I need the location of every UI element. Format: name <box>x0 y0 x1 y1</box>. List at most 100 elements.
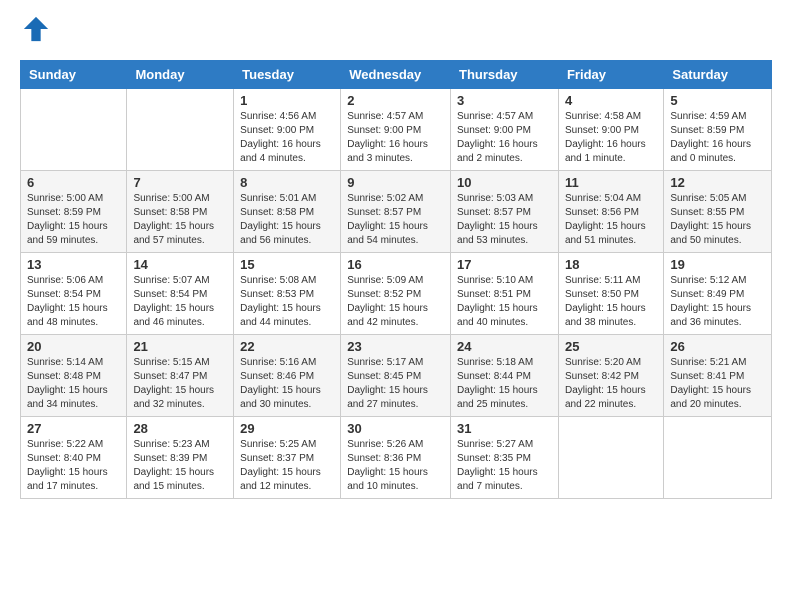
calendar-cell: 2 Sunrise: 4:57 AM Sunset: 9:00 PM Daylig… <box>341 89 451 171</box>
calendar-cell: 18 Sunrise: 5:11 AM Sunset: 8:50 PM Dayli… <box>558 253 663 335</box>
calendar-header-saturday: Saturday <box>664 61 772 89</box>
calendar-header-tuesday: Tuesday <box>234 61 341 89</box>
calendar-cell: 14Sunrise: 5:07 AM Sunset: 8:54 PM Dayli… <box>127 253 234 335</box>
day-number: 11 <box>565 175 657 190</box>
calendar-cell: 4 Sunrise: 4:58 AM Sunset: 9:00 PM Daylig… <box>558 89 663 171</box>
day-number: 31 <box>457 421 552 436</box>
page: SundayMondayTuesdayWednesdayThursdayFrid… <box>0 0 792 514</box>
day-info: Sunrise: 5:17 AM Sunset: 8:45 PM Dayligh… <box>347 356 444 412</box>
day-number: 12 <box>670 175 765 190</box>
calendar-week-row: 13 Sunrise: 5:06 AM Sunset: 8:54 PM Dayli… <box>21 253 772 335</box>
day-info: Sunrise: 5:02 AM Sunset: 8:57 PM Dayligh… <box>347 192 444 248</box>
day-number: 16 <box>347 257 444 272</box>
calendar-cell: 12 Sunrise: 5:05 AM Sunset: 8:55 PM Dayli… <box>664 171 772 253</box>
day-info: Sunrise: 5:16 AM Sunset: 8:46 PM Dayligh… <box>240 356 334 412</box>
calendar-cell: 6 Sunrise: 5:00 AM Sunset: 8:59 PM Daylig… <box>21 171 127 253</box>
day-number: 3 <box>457 93 552 108</box>
calendar-cell: 24 Sunrise: 5:18 AM Sunset: 8:44 PM Dayli… <box>451 335 559 417</box>
day-number: 1 <box>240 93 334 108</box>
day-number: 8 <box>240 175 334 190</box>
day-number: 15 <box>240 257 334 272</box>
calendar-cell <box>558 417 663 499</box>
calendar-cell: 3 Sunrise: 4:57 AM Sunset: 9:00 PM Daylig… <box>451 89 559 171</box>
day-info: Sunrise: 5:27 AM Sunset: 8:35 PM Dayligh… <box>457 438 552 494</box>
calendar-cell: 28Sunrise: 5:23 AM Sunset: 8:39 PM Dayli… <box>127 417 234 499</box>
day-info: Sunrise: 5:23 AM Sunset: 8:39 PM Dayligh… <box>133 438 227 494</box>
day-info: Sunrise: 5:15 AM Sunset: 8:47 PM Dayligh… <box>133 356 227 412</box>
calendar-cell: 10Sunrise: 5:03 AM Sunset: 8:57 PM Dayli… <box>451 171 559 253</box>
day-info: Sunrise: 5:25 AM Sunset: 8:37 PM Dayligh… <box>240 438 334 494</box>
calendar-week-row: 6 Sunrise: 5:00 AM Sunset: 8:59 PM Daylig… <box>21 171 772 253</box>
day-number: 7 <box>133 175 227 190</box>
day-number: 26 <box>670 339 765 354</box>
calendar-header-friday: Friday <box>558 61 663 89</box>
day-info: Sunrise: 4:56 AM Sunset: 9:00 PM Dayligh… <box>240 110 334 166</box>
calendar-cell <box>21 89 127 171</box>
calendar-header-monday: Monday <box>127 61 234 89</box>
logo <box>20 15 50 48</box>
day-number: 5 <box>670 93 765 108</box>
calendar: SundayMondayTuesdayWednesdayThursdayFrid… <box>20 60 772 499</box>
day-info: Sunrise: 5:06 AM Sunset: 8:54 PM Dayligh… <box>27 274 120 330</box>
calendar-header-row: SundayMondayTuesdayWednesdayThursdayFrid… <box>21 61 772 89</box>
calendar-cell: 20Sunrise: 5:14 AM Sunset: 8:48 PM Dayli… <box>21 335 127 417</box>
day-number: 24 <box>457 339 552 354</box>
calendar-header-sunday: Sunday <box>21 61 127 89</box>
calendar-cell: 15 Sunrise: 5:08 AM Sunset: 8:53 PM Dayli… <box>234 253 341 335</box>
calendar-cell: 31 Sunrise: 5:27 AM Sunset: 8:35 PM Dayli… <box>451 417 559 499</box>
day-number: 27 <box>27 421 120 436</box>
day-info: Sunrise: 4:58 AM Sunset: 9:00 PM Dayligh… <box>565 110 657 166</box>
day-number: 18 <box>565 257 657 272</box>
day-number: 30 <box>347 421 444 436</box>
day-number: 2 <box>347 93 444 108</box>
day-info: Sunrise: 5:18 AM Sunset: 8:44 PM Dayligh… <box>457 356 552 412</box>
calendar-cell: 8 Sunrise: 5:01 AM Sunset: 8:58 PM Daylig… <box>234 171 341 253</box>
calendar-cell: 30Sunrise: 5:26 AM Sunset: 8:36 PM Dayli… <box>341 417 451 499</box>
day-info: Sunrise: 5:08 AM Sunset: 8:53 PM Dayligh… <box>240 274 334 330</box>
day-info: Sunrise: 5:00 AM Sunset: 8:59 PM Dayligh… <box>27 192 120 248</box>
day-info: Sunrise: 4:57 AM Sunset: 9:00 PM Dayligh… <box>457 110 552 166</box>
day-number: 21 <box>133 339 227 354</box>
calendar-cell: 17 Sunrise: 5:10 AM Sunset: 8:51 PM Dayli… <box>451 253 559 335</box>
day-info: Sunrise: 5:11 AM Sunset: 8:50 PM Dayligh… <box>565 274 657 330</box>
day-info: Sunrise: 5:00 AM Sunset: 8:58 PM Dayligh… <box>133 192 227 248</box>
day-number: 4 <box>565 93 657 108</box>
calendar-cell: 22 Sunrise: 5:16 AM Sunset: 8:46 PM Dayli… <box>234 335 341 417</box>
calendar-cell <box>127 89 234 171</box>
calendar-cell: 25Sunrise: 5:20 AM Sunset: 8:42 PM Dayli… <box>558 335 663 417</box>
day-info: Sunrise: 5:01 AM Sunset: 8:58 PM Dayligh… <box>240 192 334 248</box>
day-info: Sunrise: 5:22 AM Sunset: 8:40 PM Dayligh… <box>27 438 120 494</box>
day-number: 19 <box>670 257 765 272</box>
calendar-week-row: 27 Sunrise: 5:22 AM Sunset: 8:40 PM Dayli… <box>21 417 772 499</box>
calendar-cell: 29 Sunrise: 5:25 AM Sunset: 8:37 PM Dayli… <box>234 417 341 499</box>
calendar-week-row: 1 Sunrise: 4:56 AM Sunset: 9:00 PM Daylig… <box>21 89 772 171</box>
day-info: Sunrise: 5:04 AM Sunset: 8:56 PM Dayligh… <box>565 192 657 248</box>
day-info: Sunrise: 4:57 AM Sunset: 9:00 PM Dayligh… <box>347 110 444 166</box>
calendar-cell <box>664 417 772 499</box>
day-number: 13 <box>27 257 120 272</box>
day-number: 22 <box>240 339 334 354</box>
day-number: 6 <box>27 175 120 190</box>
day-info: Sunrise: 4:59 AM Sunset: 8:59 PM Dayligh… <box>670 110 765 166</box>
calendar-cell: 16Sunrise: 5:09 AM Sunset: 8:52 PM Dayli… <box>341 253 451 335</box>
logo-icon <box>22 15 50 43</box>
day-number: 14 <box>133 257 227 272</box>
calendar-cell: 1 Sunrise: 4:56 AM Sunset: 9:00 PM Daylig… <box>234 89 341 171</box>
day-info: Sunrise: 5:10 AM Sunset: 8:51 PM Dayligh… <box>457 274 552 330</box>
day-info: Sunrise: 5:03 AM Sunset: 8:57 PM Dayligh… <box>457 192 552 248</box>
day-number: 25 <box>565 339 657 354</box>
calendar-cell: 26 Sunrise: 5:21 AM Sunset: 8:41 PM Dayli… <box>664 335 772 417</box>
day-info: Sunrise: 5:05 AM Sunset: 8:55 PM Dayligh… <box>670 192 765 248</box>
calendar-header-wednesday: Wednesday <box>341 61 451 89</box>
day-info: Sunrise: 5:12 AM Sunset: 8:49 PM Dayligh… <box>670 274 765 330</box>
calendar-week-row: 20Sunrise: 5:14 AM Sunset: 8:48 PM Dayli… <box>21 335 772 417</box>
calendar-cell: 11 Sunrise: 5:04 AM Sunset: 8:56 PM Dayli… <box>558 171 663 253</box>
day-info: Sunrise: 5:21 AM Sunset: 8:41 PM Dayligh… <box>670 356 765 412</box>
calendar-cell: 7 Sunrise: 5:00 AM Sunset: 8:58 PM Daylig… <box>127 171 234 253</box>
day-number: 23 <box>347 339 444 354</box>
day-number: 29 <box>240 421 334 436</box>
day-number: 20 <box>27 339 120 354</box>
day-number: 17 <box>457 257 552 272</box>
calendar-cell: 9Sunrise: 5:02 AM Sunset: 8:57 PM Daylig… <box>341 171 451 253</box>
calendar-cell: 23 Sunrise: 5:17 AM Sunset: 8:45 PM Dayli… <box>341 335 451 417</box>
